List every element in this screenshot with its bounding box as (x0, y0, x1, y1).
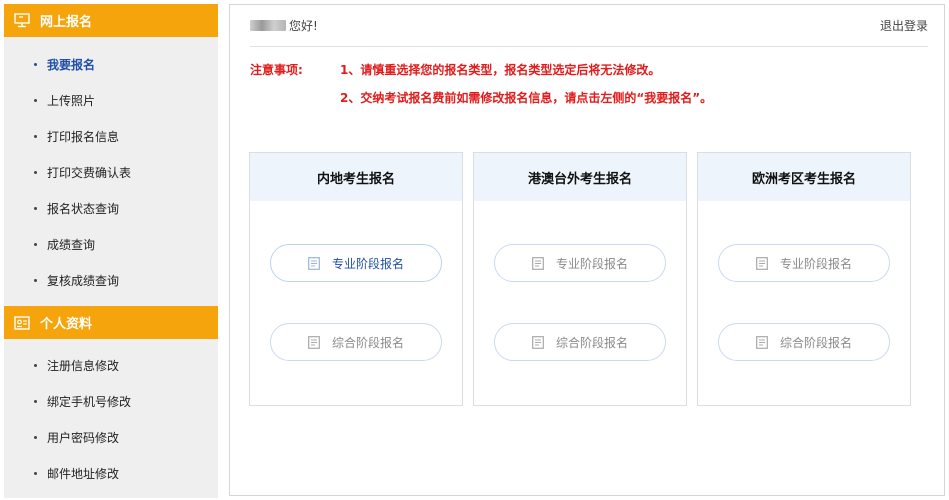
notice-label: 注意事项: (250, 63, 303, 77)
button-label: 综合阶段报名 (555, 335, 628, 350)
edit-document-icon (308, 256, 320, 270)
bullet-icon (34, 471, 37, 475)
greeting: 您好! (250, 17, 318, 34)
sidebar-item-edit-phone[interactable]: 绑定手机号修改 (4, 383, 218, 419)
sidebar-item-score-query[interactable]: 成绩查询 (4, 226, 218, 262)
sidebar-item-label: 复核成绩查询 (47, 273, 120, 288)
button-label: 综合阶段报名 (331, 335, 404, 350)
comprehensive-stage-button[interactable]: 综合阶段报名 (718, 323, 890, 361)
sidebar-item-edit-registration[interactable]: 注册信息修改 (4, 347, 218, 383)
logout-link[interactable]: 退出登录 (880, 17, 928, 34)
sidebar-item-label: 邮件地址修改 (47, 466, 120, 481)
sidebar-item-edit-email[interactable]: 邮件地址修改 (4, 455, 218, 491)
sidebar-item-register[interactable]: 我要报名 (4, 46, 218, 82)
card-europe: 欧洲考区考生报名 专业阶段报名 综合阶段报名 (697, 152, 911, 406)
comprehensive-stage-button[interactable]: 综合阶段报名 (494, 323, 666, 361)
menu-online-registration: 我要报名 上传照片 打印报名信息 打印交费确认表 报名状态查询 成绩查询 复核成… (4, 37, 218, 306)
bullet-icon (34, 62, 37, 66)
notice-block: 注意事项: 1、请慎重选择您的报名类型，报名类型选定后将无法修改。 2、交纳考试… (250, 61, 712, 117)
card-hk-macao-taiwan-foreign: 港澳台外考生报名 专业阶段报名 综合阶段报名 (473, 152, 687, 406)
bullet-icon (34, 399, 37, 403)
professional-stage-button[interactable]: 专业阶段报名 (270, 244, 442, 282)
button-label: 专业阶段报名 (779, 256, 852, 271)
section-header-online-registration: 网上报名 (4, 4, 218, 37)
bullet-icon (34, 134, 37, 138)
sidebar-item-label: 绑定手机号修改 (47, 394, 132, 409)
greeting-text: 您好! (289, 19, 318, 33)
edit-document-icon (308, 335, 320, 349)
professional-stage-button[interactable]: 专业阶段报名 (718, 244, 890, 282)
sidebar-item-label: 注册信息修改 (47, 358, 120, 373)
card-title: 欧洲考区考生报名 (698, 153, 910, 201)
bullet-icon (34, 242, 37, 246)
bullet-icon (34, 278, 37, 282)
bullet-icon (34, 206, 37, 210)
bullet-icon (34, 98, 37, 102)
card-title: 港澳台外考生报名 (474, 153, 686, 201)
redacted-username (250, 20, 286, 31)
sidebar-item-print-info[interactable]: 打印报名信息 (4, 118, 218, 154)
sidebar-item-label: 打印报名信息 (47, 129, 120, 144)
main-panel: 您好! 退出登录 注意事项: 1、请慎重选择您的报名类型，报名类型选定后将无法修… (229, 4, 945, 496)
sidebar-item-status-query[interactable]: 报名状态查询 (4, 190, 218, 226)
sidebar-item-label: 上传照片 (47, 93, 96, 108)
edit-document-icon (532, 335, 544, 349)
professional-stage-button[interactable]: 专业阶段报名 (494, 244, 666, 282)
edit-document-icon (756, 335, 768, 349)
sidebar-item-label: 我要报名 (47, 57, 96, 72)
comprehensive-stage-button[interactable]: 综合阶段报名 (270, 323, 442, 361)
notice-line-1: 1、请慎重选择您的报名类型，报名类型选定后将无法修改。 (340, 63, 661, 77)
bullet-icon (34, 435, 37, 439)
button-label: 专业阶段报名 (331, 256, 404, 271)
id-card-icon (14, 315, 30, 331)
sidebar-item-review-query[interactable]: 复核成绩查询 (4, 262, 218, 298)
sidebar-item-print-payment[interactable]: 打印交费确认表 (4, 154, 218, 190)
sidebar-item-upload-photo[interactable]: 上传照片 (4, 82, 218, 118)
monitor-icon (14, 13, 30, 29)
section-title: 网上报名 (40, 15, 93, 30)
sidebar-item-label: 报名状态查询 (47, 201, 120, 216)
button-label: 综合阶段报名 (779, 335, 852, 350)
sidebar-item-label: 用户密码修改 (47, 430, 120, 445)
section-title: 个人资料 (40, 317, 93, 332)
edit-document-icon (532, 256, 544, 270)
sidebar-item-label: 打印交费确认表 (47, 165, 132, 180)
registration-cards: 内地考生报名 专业阶段报名 综合阶段报名 港澳台外考生报名 专业阶段报名 综合阶… (249, 152, 911, 406)
bullet-icon (34, 170, 37, 174)
edit-document-icon (756, 256, 768, 270)
sidebar-item-label: 成绩查询 (47, 237, 96, 252)
button-label: 专业阶段报名 (555, 256, 628, 271)
card-title: 内地考生报名 (250, 153, 462, 201)
menu-personal-info: 注册信息修改 绑定手机号修改 用户密码修改 邮件地址修改 (4, 339, 218, 491)
top-bar: 您好! 退出登录 (250, 5, 928, 47)
section-header-personal-info: 个人资料 (4, 306, 218, 339)
sidebar: 网上报名 我要报名 上传照片 打印报名信息 打印交费确认表 报名状态查询 成绩查… (4, 4, 218, 498)
card-mainland: 内地考生报名 专业阶段报名 综合阶段报名 (249, 152, 463, 406)
notice-line-2: 2、交纳考试报名费前如需修改报名信息，请点击左侧的“我要报名”。 (340, 91, 713, 105)
bullet-icon (34, 363, 37, 367)
sidebar-item-edit-password[interactable]: 用户密码修改 (4, 419, 218, 455)
